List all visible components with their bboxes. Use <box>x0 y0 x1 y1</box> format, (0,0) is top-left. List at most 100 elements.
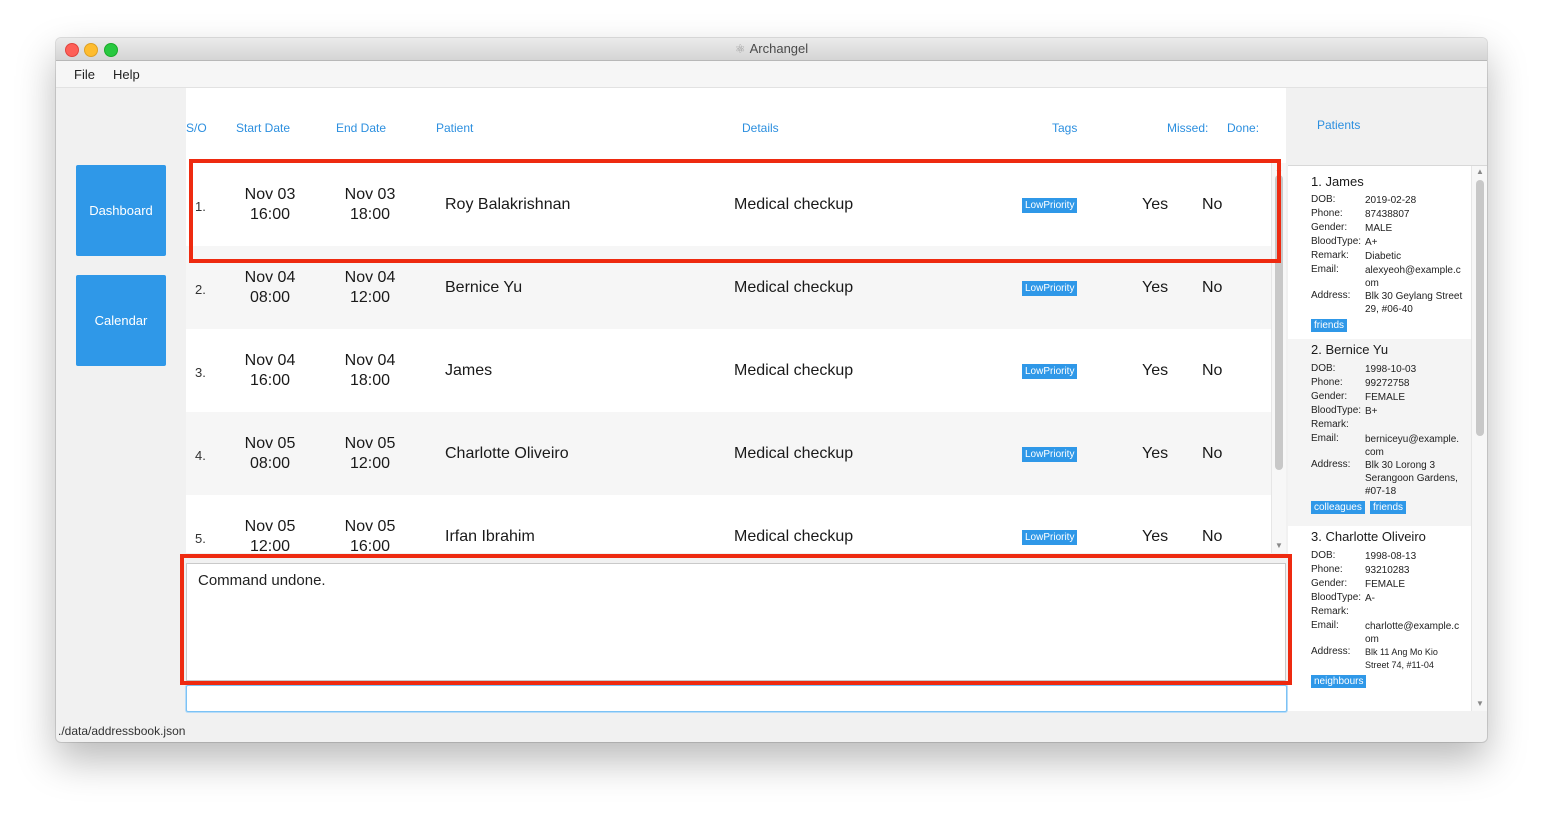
start-time: 08:00 <box>249 289 291 306</box>
start-date: Nov 05 12:00 <box>235 517 305 553</box>
start-date: Nov 05 08:00 <box>235 434 305 474</box>
end-time: 18:00 <box>349 372 391 389</box>
patient-list[interactable]: 1. James DOB: 2019-02-28 Phone: 87438807… <box>1288 165 1487 711</box>
app-icon: ⚛ <box>734 42 746 56</box>
gender-value: FEMALE <box>1365 392 1406 403</box>
address-value: Blk 30 Lorong 3 Serangoon Gardens, #07-1… <box>1365 460 1458 497</box>
start-day: Nov 04 <box>244 269 296 286</box>
phone-label: Phone: <box>1311 564 1343 575</box>
title-bar: ⚛ Archangel <box>56 38 1487 61</box>
bloodtype-value: A+ <box>1365 237 1378 248</box>
scroll-up-icon[interactable]: ▲ <box>1476 167 1484 176</box>
phone-value: 93210283 <box>1365 565 1410 576</box>
address-label: Address: <box>1311 646 1351 657</box>
done-value: No <box>1202 445 1223 462</box>
appointment-details: Medical checkup <box>734 528 854 545</box>
appointment-details: Medical checkup <box>734 362 854 379</box>
row-index: 4. <box>195 448 206 463</box>
gender-label: Gender: <box>1311 222 1348 233</box>
phone-value: 87438807 <box>1365 209 1410 220</box>
end-day: Nov 04 <box>344 352 396 369</box>
start-date: Nov 04 16:00 <box>235 351 305 391</box>
save-location: ./data/addressbook.json <box>58 724 186 738</box>
appointment-row[interactable]: 4. Nov 05 08:00 Nov 05 12:00 Charlotte Oli… <box>186 412 1271 495</box>
remark-label: Remark: <box>1311 606 1349 617</box>
gender-value: MALE <box>1365 223 1393 234</box>
patient-tag: colleagues <box>1311 501 1365 514</box>
scrollbar-thumb[interactable] <box>1476 180 1484 436</box>
email-label: Email: <box>1311 620 1339 631</box>
patient-tag: neighbours <box>1311 675 1367 688</box>
dob-label: DOB: <box>1311 363 1336 374</box>
end-date: Nov 04 18:00 <box>335 351 405 391</box>
address-label: Address: <box>1311 459 1351 470</box>
menu-file[interactable]: File <box>74 67 95 82</box>
gender-label: Gender: <box>1311 578 1348 589</box>
start-day: Nov 05 <box>244 435 296 452</box>
highlight-first-appointment <box>189 159 1281 263</box>
email-value: alexyeoh@example.com <box>1365 265 1461 289</box>
row-index: 2. <box>195 282 206 297</box>
dob-value: 1998-08-13 <box>1365 551 1417 562</box>
patients-panel-header: Patients <box>1288 88 1487 165</box>
highlight-result-display <box>180 554 1292 685</box>
row-index: 5. <box>195 531 206 546</box>
start-time: 08:00 <box>249 455 291 472</box>
menu-help[interactable]: Help <box>113 67 140 82</box>
patient-card[interactable]: 3. Charlotte Oliveiro DOB: 1998-08-13 Ph… <box>1288 526 1471 711</box>
col-so: S/O <box>186 121 207 135</box>
appointments-header: S/O Start Date End Date Patient Details … <box>186 88 1286 163</box>
patient-card[interactable]: 1. James DOB: 2019-02-28 Phone: 87438807… <box>1288 171 1471 339</box>
col-patient: Patient <box>436 121 474 135</box>
end-date: Nov 05 12:00 <box>335 434 405 474</box>
start-day: Nov 04 <box>244 352 296 369</box>
appointment-row[interactable]: 5. Nov 05 12:00 Nov 05 16:00 Irfan Ibrahim… <box>186 495 1271 553</box>
priority-tag: LowPriority <box>1022 447 1078 462</box>
status-bar: ./data/addressbook.json <box>56 724 458 742</box>
start-time: 16:00 <box>249 372 291 389</box>
start-date: Nov 04 08:00 <box>235 268 305 308</box>
end-day: Nov 05 <box>344 518 396 535</box>
email-label: Email: <box>1311 433 1339 444</box>
end-time: 12:00 <box>349 455 391 472</box>
address-value: Blk 30 Geylang Street 29, #06-40 <box>1365 291 1463 315</box>
command-input[interactable] <box>186 685 1287 712</box>
end-date: Nov 04 12:00 <box>335 268 405 308</box>
gender-label: Gender: <box>1311 391 1348 402</box>
menu-bar: File Help <box>56 61 1487 88</box>
patient-tag: friends <box>1370 501 1407 514</box>
start-time: 12:00 <box>249 538 291 553</box>
patient-card[interactable]: 2. Bernice Yu DOB: 1998-10-03 Phone: 992… <box>1288 339 1471 526</box>
bloodtype-value: B+ <box>1365 406 1378 417</box>
patient-list-scrollbar[interactable]: ▲ ▼ <box>1471 166 1487 711</box>
gender-value: FEMALE <box>1365 579 1406 590</box>
end-time: 16:00 <box>349 538 391 553</box>
done-value: No <box>1202 362 1223 379</box>
scroll-down-icon[interactable]: ▼ <box>1275 541 1283 550</box>
window-title-text: Archangel <box>749 41 809 56</box>
bloodtype-label: BloodType: <box>1311 405 1362 416</box>
remark-label: Remark: <box>1311 419 1349 430</box>
appointment-details: Medical checkup <box>734 279 854 296</box>
calendar-button[interactable]: Calendar <box>76 275 166 366</box>
missed-value: Yes <box>1142 528 1169 545</box>
end-day: Nov 04 <box>344 269 396 286</box>
col-start-date: Start Date <box>236 121 291 135</box>
phone-value: 99272758 <box>1365 378 1410 389</box>
bloodtype-label: BloodType: <box>1311 236 1362 247</box>
remark-value: Diabetic <box>1365 251 1402 262</box>
patient-card-name: 1. James <box>1311 174 1364 189</box>
bloodtype-label: BloodType: <box>1311 592 1362 603</box>
sidebar: Dashboard Calendar <box>56 88 186 730</box>
scroll-down-icon[interactable]: ▼ <box>1476 699 1484 708</box>
patients-title: Patients <box>1317 118 1361 132</box>
patient-card-name: 3. Charlotte Oliveiro <box>1311 529 1426 544</box>
bloodtype-value: A- <box>1365 593 1375 604</box>
phone-label: Phone: <box>1311 377 1343 388</box>
col-details: Details <box>742 121 779 135</box>
missed-value: Yes <box>1142 279 1169 296</box>
dashboard-button[interactable]: Dashboard <box>76 165 166 256</box>
start-day: Nov 05 <box>244 518 296 535</box>
row-index: 3. <box>195 365 206 380</box>
appointment-row[interactable]: 3. Nov 04 16:00 Nov 04 18:00 James Medical… <box>186 329 1271 412</box>
